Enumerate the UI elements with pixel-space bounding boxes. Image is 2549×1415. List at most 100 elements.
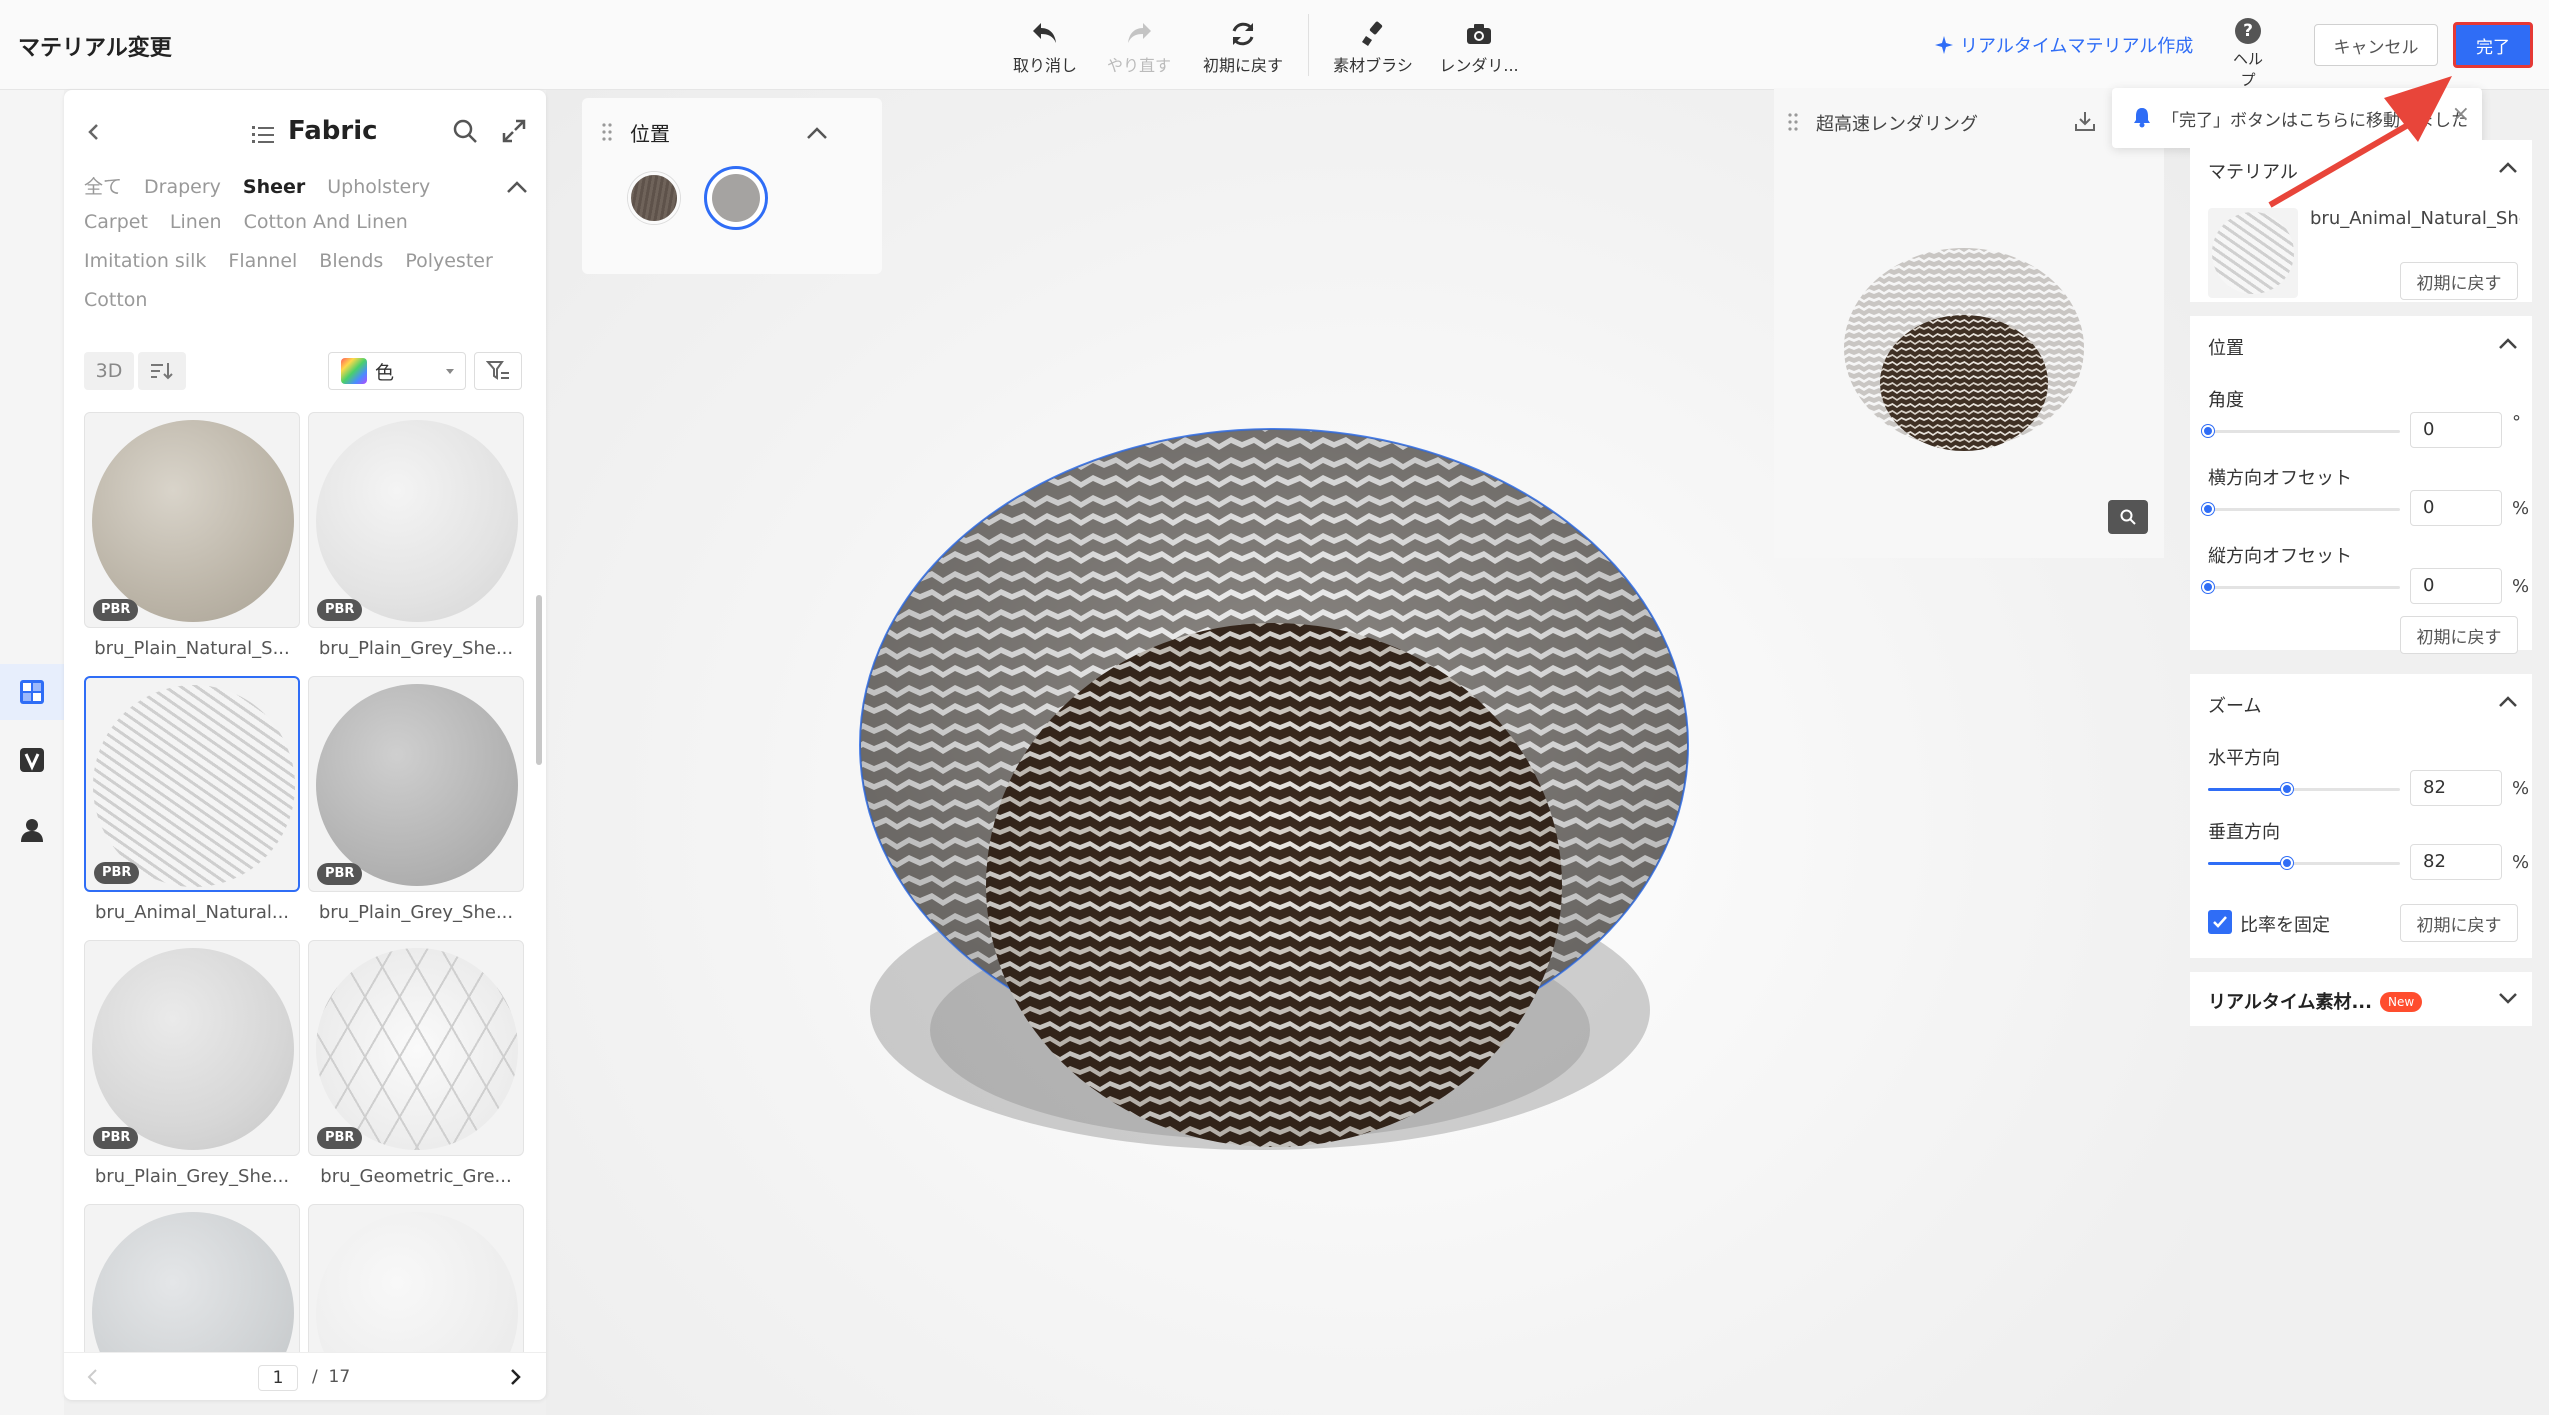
h-offset-input[interactable]: 0	[2410, 490, 2502, 526]
category-linen[interactable]: Linen	[170, 211, 222, 233]
help-button[interactable]: ? ヘルプ	[2228, 18, 2268, 90]
nav-user[interactable]	[0, 802, 64, 858]
color-filter-select[interactable]: 色	[328, 352, 466, 390]
expand-icon[interactable]	[502, 119, 526, 143]
material-card[interactable]: PBR bru_Plain_Grey_She...	[308, 676, 524, 923]
zoom-preview-button[interactable]	[2108, 500, 2148, 534]
h-offset-label: 横方向オフセット	[2208, 468, 2352, 489]
sparkle-icon	[1935, 36, 1953, 54]
advanced-filter-button[interactable]	[474, 352, 522, 390]
section-realtime[interactable]: リアルタイム素材... New	[2190, 972, 2532, 1026]
caret-down-icon	[446, 369, 454, 374]
category-polyester[interactable]: Polyester	[405, 250, 492, 272]
category-flannel[interactable]: Flannel	[228, 250, 297, 272]
prev-page-icon[interactable]	[86, 1368, 100, 1386]
material-card[interactable]: PBR bru_Plain_Grey_She...	[84, 940, 300, 1187]
material-card[interactable]: PBR bru_Plain_Natural_S...	[84, 412, 300, 659]
material-scrollbar[interactable]	[536, 595, 542, 765]
material-panel-title: Fabric	[288, 116, 378, 146]
category-blends[interactable]: Blends	[319, 250, 383, 272]
material-card[interactable]	[84, 1204, 300, 1352]
chevron-up-icon[interactable]	[2498, 158, 2518, 178]
category-row-4: Cotton	[84, 289, 169, 311]
material-name: bru_Plain_Natural_S...	[94, 638, 290, 659]
category-imitation-silk[interactable]: Imitation silk	[84, 250, 206, 272]
material-panel: Fabric 全て Drapery Sheer Upholstery Carpet Li…	[64, 90, 546, 1400]
chevron-up-icon[interactable]	[2498, 334, 2518, 354]
category-cotton-and-linen[interactable]: Cotton And Linen	[244, 211, 408, 233]
download-icon[interactable]	[2074, 110, 2096, 132]
v-offset-input[interactable]: 0	[2410, 568, 2502, 604]
v-offset-label: 縦方向オフセット	[2208, 546, 2352, 567]
chevron-up-icon[interactable]	[2498, 692, 2518, 712]
category-all[interactable]: 全て	[84, 176, 122, 198]
section-realtime-title: リアルタイム素材... New	[2208, 988, 2423, 1014]
nav-material[interactable]	[0, 664, 64, 720]
realtime-title-text: リアルタイム素材...	[2208, 992, 2372, 1013]
category-sheer[interactable]: Sheer	[243, 176, 305, 198]
redo-button[interactable]: やり直す	[1084, 20, 1194, 76]
fast-render-panel: 超高速レンダリング	[1774, 88, 2164, 558]
undo-label: 取り消し	[1012, 56, 1077, 75]
done-button[interactable]: 完了	[2453, 22, 2533, 68]
render-preview	[1844, 248, 2084, 451]
new-badge: New	[2379, 992, 2423, 1012]
position-reset-button[interactable]: 初期に戻す	[2400, 616, 2518, 654]
material-card-selected[interactable]: PBR bru_Animal_Natural...	[84, 676, 300, 923]
render-label: レンダリ...	[1439, 56, 1519, 75]
category-row-2: Carpet Linen Cotton And Linen	[84, 211, 430, 233]
category-cotton[interactable]: Cotton	[84, 289, 147, 311]
zoom-horizontal-slider[interactable]	[2208, 783, 2400, 795]
chevron-down-icon[interactable]	[2498, 988, 2518, 1008]
angle-label: 角度	[2208, 390, 2244, 411]
realtime-material-link[interactable]: リアルタイムマテリアル作成	[1934, 32, 2193, 58]
zoom-vertical-slider[interactable]	[2208, 857, 2400, 869]
material-brush-button[interactable]: 素材ブラシ	[1318, 20, 1428, 76]
v-offset-slider[interactable]	[2202, 581, 2400, 593]
angle-slider[interactable]	[2202, 425, 2400, 437]
reset-button[interactable]: 初期に戻す	[1188, 20, 1298, 76]
chevron-up-icon[interactable]	[806, 126, 828, 140]
zoom-reset-button[interactable]: 初期に戻す	[2400, 904, 2518, 942]
angle-input[interactable]: 0	[2410, 412, 2502, 448]
next-page-icon[interactable]	[508, 1368, 522, 1386]
search-icon[interactable]	[452, 118, 478, 144]
section-position: 位置 角度 0 ° 横方向オフセット 0 % 縦方向オフセット 0 % 初期に戻…	[2190, 316, 2532, 654]
nav-v[interactable]	[0, 732, 64, 788]
drag-handle-icon[interactable]	[602, 122, 612, 142]
section-material: マテリアル bru_Animal_Natural_She... 初期に戻す	[2190, 140, 2532, 302]
material-card[interactable]	[308, 1204, 524, 1352]
lock-ratio-label: 比率を固定	[2240, 915, 2330, 936]
part-wood-swatch[interactable]	[628, 172, 680, 224]
zoom-horizontal-input[interactable]: 82	[2410, 770, 2502, 806]
zoom-vertical-unit: %	[2512, 852, 2530, 873]
material-reset-button[interactable]: 初期に戻す	[2400, 262, 2518, 300]
section-zoom-title: ズーム	[2208, 696, 2262, 717]
collapse-categories-icon[interactable]	[506, 180, 528, 194]
pbr-badge: PBR	[317, 863, 363, 885]
bell-icon	[2134, 108, 2150, 128]
close-notification-icon[interactable]: ×	[2452, 102, 2470, 127]
render-button[interactable]: レンダリ...	[1424, 20, 1534, 76]
sort-icon	[151, 363, 173, 380]
chip-3d[interactable]: 3D	[84, 352, 134, 390]
material-swatch	[92, 1212, 294, 1352]
h-offset-slider[interactable]	[2202, 503, 2400, 515]
material-name: bru_Plain_Grey_She...	[94, 1166, 290, 1187]
category-carpet[interactable]: Carpet	[84, 211, 148, 233]
section-position-title: 位置	[2208, 338, 2244, 359]
lock-ratio-checkbox[interactable]	[2208, 910, 2232, 934]
category-drapery[interactable]: Drapery	[144, 176, 221, 198]
back-icon[interactable]	[84, 122, 104, 142]
redo-label: やり直す	[1106, 56, 1171, 75]
zoom-vertical-input[interactable]: 82	[2410, 844, 2502, 880]
material-card[interactable]: PBR bru_Plain_Grey_She...	[308, 412, 524, 659]
sort-button[interactable]	[138, 352, 186, 390]
page-number-input[interactable]	[258, 1365, 298, 1391]
part-fabric-swatch-selected[interactable]	[704, 166, 768, 230]
drag-handle-icon[interactable]	[1788, 112, 1798, 132]
cancel-button[interactable]: キャンセル	[2314, 24, 2438, 66]
material-card[interactable]: PBR bru_Geometric_Gre...	[308, 940, 524, 1187]
v-badge-icon	[20, 748, 44, 772]
category-upholstery[interactable]: Upholstery	[327, 176, 430, 198]
